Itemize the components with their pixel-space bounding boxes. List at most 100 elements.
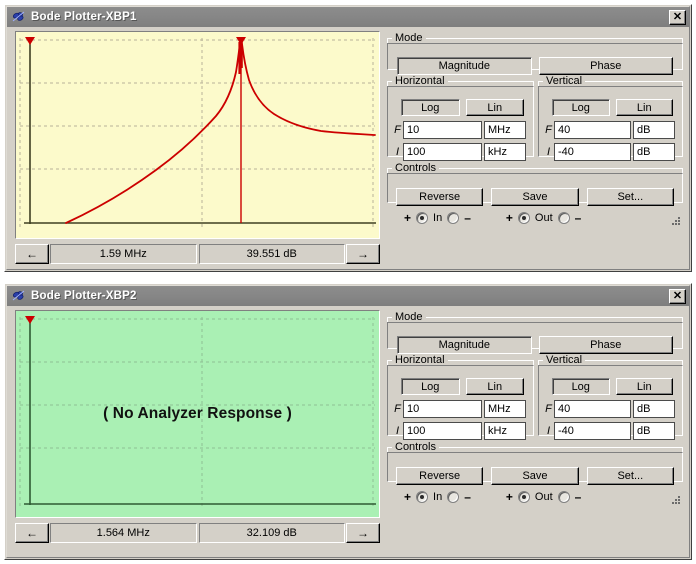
horizontal-initial-unit-input-2[interactable] [484,422,526,440]
horizontal-lin-button-1[interactable]: Lin [466,99,525,116]
bode-plotter-screen: Bode Plotter-XBP1 ✕ [0,0,696,564]
out-connector-group-1: + Out – [506,212,581,224]
reverse-button-1[interactable]: Reverse [396,188,483,206]
cursor-statusbar-2: ← 1.564 MHz 32.109 dB → [15,523,380,543]
horizontal-final-row-1: F [392,120,526,139]
horizontal-initial-value-input-1[interactable] [403,143,482,161]
bode-plotter-icon [11,10,26,24]
vertical-scale-buttons-2: Log Lin [552,378,673,395]
graph-panel-2[interactable]: ( No Analyzer Response ) [15,310,380,518]
mode-group-legend-1: Mode [392,32,426,44]
set-button-2[interactable]: Set... [587,467,674,485]
out-plus-radio-1[interactable] [518,212,530,224]
magnitude-button-1[interactable]: Magnitude [397,57,532,75]
horizontal-final-value-input-1[interactable] [403,121,482,139]
controls-group-1: Controls Reverse Save Set... [387,162,683,203]
horizontal-group-legend-1: Horizontal [392,75,448,87]
out-plus-label-1: + [506,212,513,224]
phase-button-2[interactable]: Phase [539,336,674,354]
settings-panel-1: Mode Magnitude Phase Horizontal Log Lin … [385,28,687,269]
vertical-initial-row-1: I [543,142,675,161]
vertical-log-button-1[interactable]: Log [552,99,610,116]
controls-buttons-1: Reverse Save Set... [396,188,674,206]
out-minus-radio-1[interactable] [558,212,570,224]
vertical-lin-button-2[interactable]: Lin [616,378,674,395]
out-connector-group-2: + Out – [506,491,581,503]
horizontal-scale-buttons-1: Log Lin [401,99,524,116]
out-plus-label-2: + [506,491,513,503]
in-connector-group-1: + In – [404,212,471,224]
vertical-initial-value-input-2[interactable] [554,422,631,440]
horizontal-final-unit-input-1[interactable] [484,121,526,139]
window-2-titlebar[interactable]: Bode Plotter-XBP2 ✕ [7,286,689,306]
in-label-2: In [433,491,442,503]
in-minus-radio-1[interactable] [447,212,459,224]
close-icon[interactable]: ✕ [669,289,686,304]
cursor-next-button-2[interactable]: → [346,523,380,543]
bode-plotter-window-1: Bode Plotter-XBP1 ✕ [4,4,692,272]
bode-plotter-window-2: Bode Plotter-XBP2 ✕ [4,283,692,560]
vertical-initial-row-2: I [543,421,675,440]
vertical-log-button-2[interactable]: Log [552,378,610,395]
cursor-statusbar-1: ← 1.59 MHz 39.551 dB → [15,244,380,264]
mode-group-legend-2: Mode [392,311,426,323]
window-1-body: ← 1.59 MHz 39.551 dB → Mode Magnitude Ph… [7,28,689,269]
out-minus-label-1: – [575,212,582,224]
cursor-prev-button-2[interactable]: ← [15,523,49,543]
in-connector-group-2: + In – [404,491,471,503]
horizontal-final-unit-input-2[interactable] [484,400,526,418]
bode-magnitude-plot [16,32,379,238]
vertical-lin-button-1[interactable]: Lin [616,99,674,116]
horizontal-initial-row-1: I [392,142,526,161]
in-plus-radio-2[interactable] [416,491,428,503]
vertical-group-1: Vertical Log Lin F I [538,75,683,157]
set-button-1[interactable]: Set... [587,188,674,206]
connector-radios-1: + In – + Out – [387,208,685,228]
controls-group-legend-2: Controls [392,441,439,453]
save-button-1[interactable]: Save [491,188,578,206]
out-label-1: Out [535,212,553,224]
bode-plotter-icon [11,289,26,303]
horizontal-final-value-input-2[interactable] [403,400,482,418]
window-1-title: Bode Plotter-XBP1 [31,11,137,23]
magnitude-button-2[interactable]: Magnitude [397,336,532,354]
reverse-button-2[interactable]: Reverse [396,467,483,485]
graph-panel-1[interactable] [15,31,380,239]
save-button-2[interactable]: Save [491,467,578,485]
vertical-final-row-1: F [543,120,675,139]
vertical-final-unit-input-1[interactable] [633,121,675,139]
phase-button-1[interactable]: Phase [539,57,674,75]
mode-group-2: Mode Magnitude Phase [387,311,683,349]
horizontal-scale-buttons-2: Log Lin [401,378,524,395]
vertical-scale-buttons-1: Log Lin [552,99,673,116]
frequency-readout-1: 1.59 MHz [50,244,197,264]
close-icon[interactable]: ✕ [669,10,686,25]
resize-grip-icon-1[interactable] [670,215,682,227]
plot-area-1 [16,32,379,238]
vertical-initial-unit-input-1[interactable] [633,143,675,161]
horizontal-log-button-1[interactable]: Log [401,99,460,116]
in-plus-radio-1[interactable] [416,212,428,224]
out-plus-radio-2[interactable] [518,491,530,503]
vertical-final-value-input-1[interactable] [554,121,631,139]
horizontal-lin-button-2[interactable]: Lin [466,378,525,395]
vertical-initial-unit-input-2[interactable] [633,422,675,440]
cursor-prev-button-1[interactable]: ← [15,244,49,264]
vertical-final-row-2: F [543,399,675,418]
horizontal-log-button-2[interactable]: Log [401,378,460,395]
in-minus-radio-2[interactable] [447,491,459,503]
resize-grip-icon-2[interactable] [670,494,682,506]
vertical-initial-label-2: I [543,425,554,437]
horizontal-initial-unit-input-1[interactable] [484,143,526,161]
window-1-titlebar[interactable]: Bode Plotter-XBP1 ✕ [7,7,689,27]
horizontal-initial-value-input-2[interactable] [403,422,482,440]
vertical-final-unit-input-2[interactable] [633,400,675,418]
horizontal-initial-row-2: I [392,421,526,440]
vertical-group-legend-1: Vertical [543,75,585,87]
horizontal-final-label-2: F [392,403,403,415]
cursor-next-button-1[interactable]: → [346,244,380,264]
out-minus-radio-2[interactable] [558,491,570,503]
in-minus-label-2: – [464,491,471,503]
vertical-initial-value-input-1[interactable] [554,143,631,161]
vertical-final-value-input-2[interactable] [554,400,631,418]
